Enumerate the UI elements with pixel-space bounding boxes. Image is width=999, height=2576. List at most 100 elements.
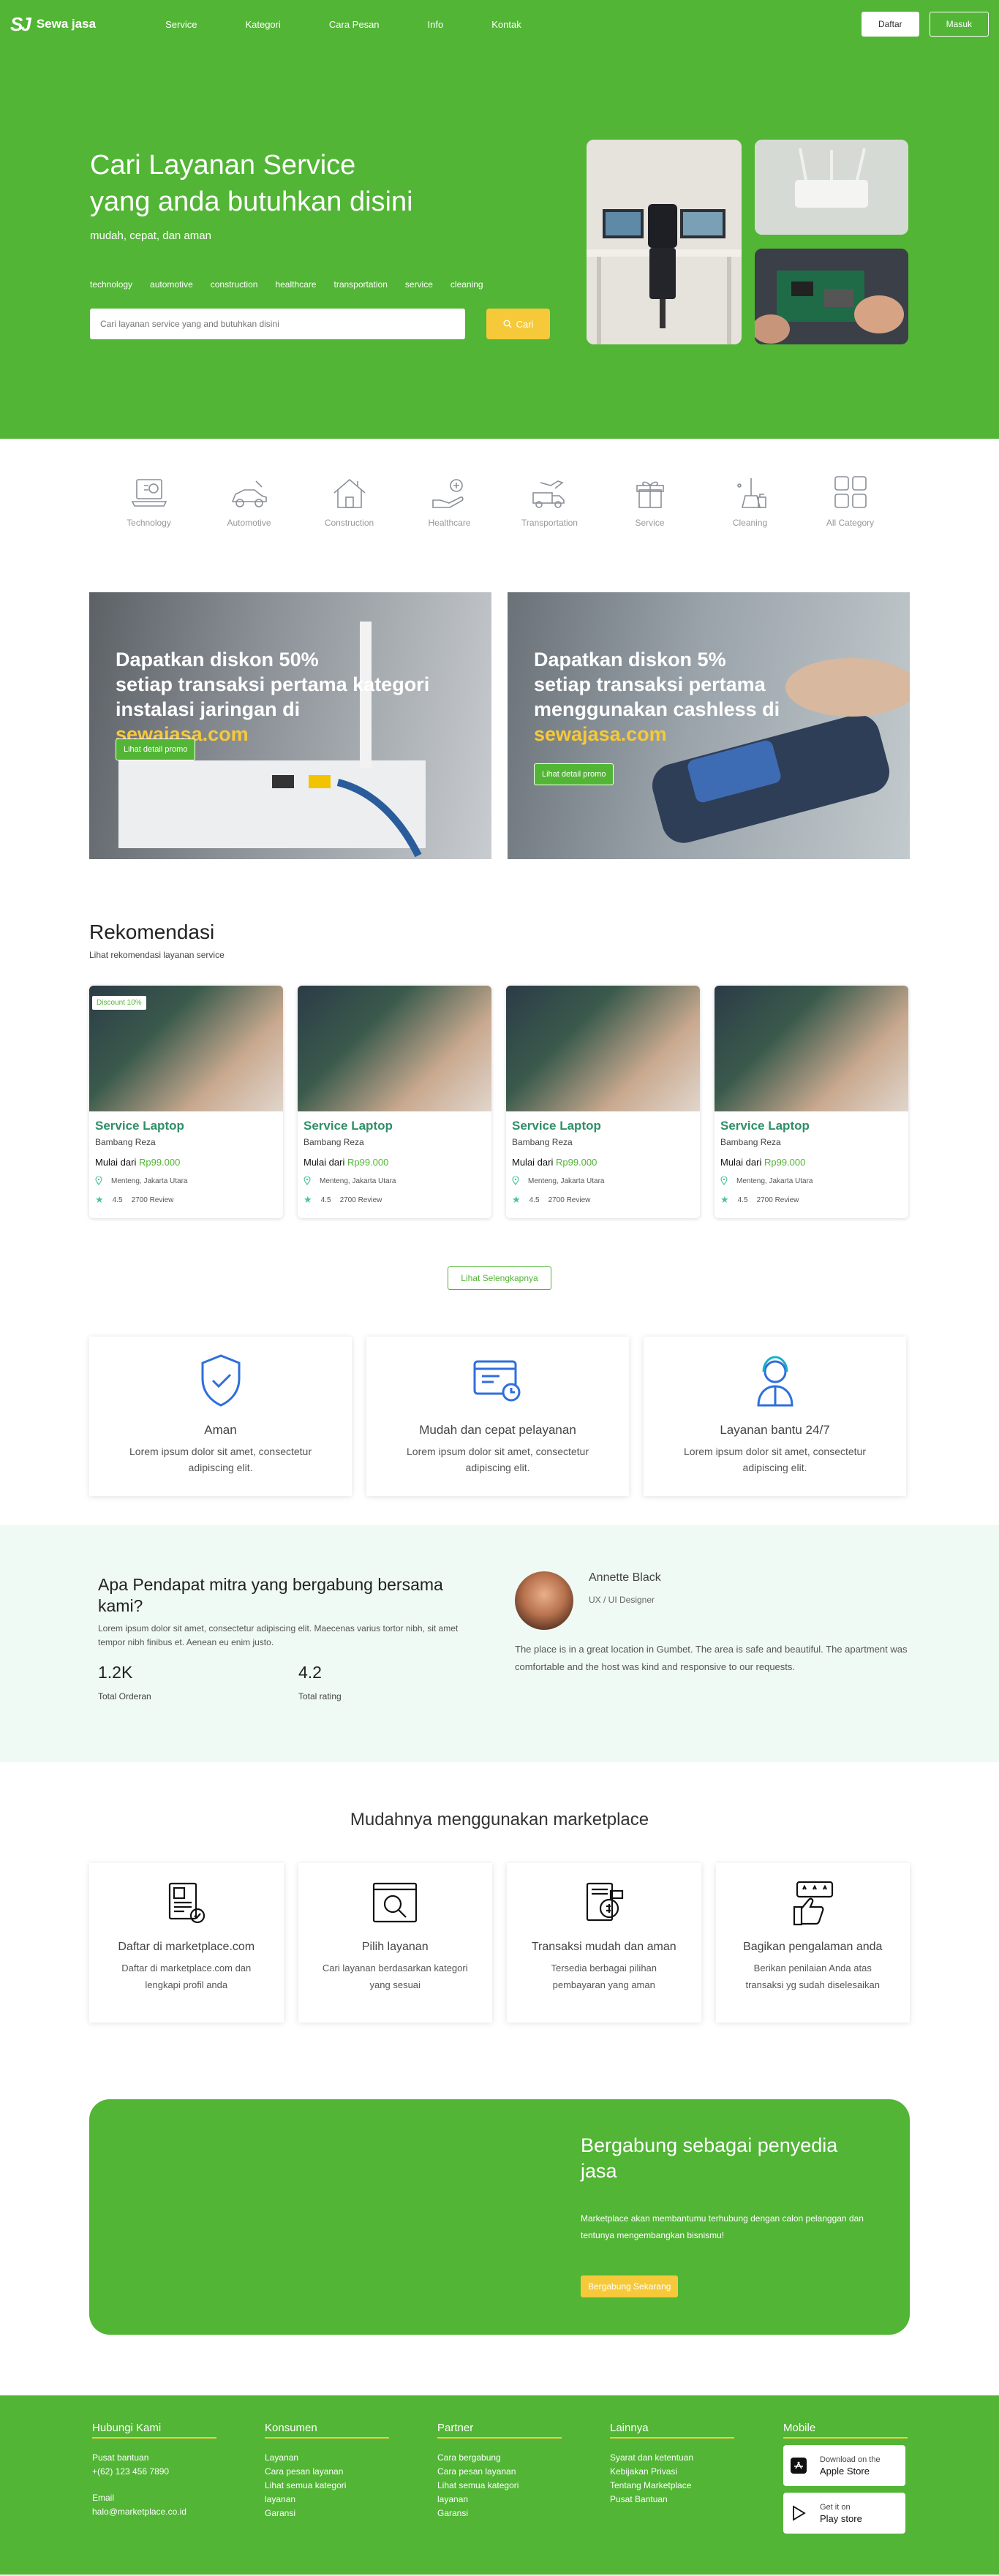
footer-link[interactable]: Tentang Marketplace [610, 2479, 734, 2493]
promo-detail-button[interactable]: Lihat detail promo [534, 763, 614, 785]
apple-store-button[interactable]: Download on the Apple Store [783, 2445, 905, 2486]
search-window-icon [373, 1882, 418, 1923]
footer-help[interactable]: Pusat bantuan [92, 2451, 216, 2465]
service-card-price: Mulai dari Rp99.000 [512, 1157, 597, 1168]
nav-item-cara-pesan[interactable]: Cara Pesan [329, 19, 380, 30]
footer-link[interactable]: Lihat semua kategori layanan [437, 2479, 532, 2507]
promo-line2: setiap transaksi pertama [534, 673, 766, 695]
promo-detail-button[interactable]: Lihat detail promo [116, 739, 196, 760]
footer-link[interactable]: Cara bergabung [437, 2451, 562, 2465]
how-step-title: Bagikan pengalaman anda [743, 1941, 883, 1953]
footer-email[interactable]: halo@marketplace.co.id [92, 2505, 216, 2519]
footer-link[interactable]: Syarat dan ketentuan [610, 2451, 734, 2465]
masuk-button[interactable]: Masuk [929, 12, 989, 37]
service-card-location: Menteng, Jakarta Utara [720, 1176, 902, 1185]
star-icon: ★ [304, 1194, 312, 1205]
category-technology[interactable]: Technology [99, 475, 199, 592]
location-pin-icon [512, 1176, 519, 1185]
profile-document-icon [168, 1882, 205, 1924]
feature-card-support: Layanan bantu 24/7 Lorem ipsum dolor sit… [644, 1337, 906, 1496]
navbar: SJ Sewa jasa Service Kategori Cara Pesan… [0, 0, 999, 48]
feature-desc: Lorem ipsum dolor sit amet, consectetur … [684, 1446, 866, 1473]
category-all[interactable]: All Category [800, 475, 900, 592]
see-more-button[interactable]: Lihat Selengkapnya [448, 1266, 551, 1290]
how-step-transaction: Transaksi mudah dan aman Tersedia berbag… [507, 1863, 701, 2022]
footer-link[interactable]: Garansi [265, 2507, 389, 2520]
payment-icon [586, 1882, 623, 1922]
footer-partner: Partner Cara bergabung Cara pesan layana… [437, 2422, 562, 2520]
store-small-text: Get it on [820, 2502, 851, 2512]
footer-heading: Hubungi Kami [92, 2422, 216, 2439]
promo-card-network[interactable]: Dapatkan diskon 50% setiap transaksi per… [89, 592, 491, 859]
grid-icon [834, 476, 867, 508]
logo[interactable]: SJ Sewa jasa [10, 13, 96, 36]
tag-cleaning[interactable]: cleaning [451, 279, 483, 290]
tag-healthcare[interactable]: healthcare [275, 279, 316, 290]
stat-total-orders: 1.2K Total Orderan [98, 1663, 151, 1701]
star-icon: ★ [95, 1194, 104, 1205]
location-pin-icon [95, 1176, 102, 1185]
service-card-location: Menteng, Jakarta Utara [95, 1176, 277, 1185]
category-label: Construction [324, 518, 374, 528]
service-card[interactable]: Service Laptop Bambang Reza Mulai dari R… [715, 986, 908, 1218]
footer-phone[interactable]: +(62) 123 456 7890 [92, 2465, 216, 2479]
search-button[interactable]: Cari [486, 309, 550, 339]
star-icon: ★ [720, 1194, 729, 1205]
stat-value: 1.2K [98, 1663, 133, 1682]
service-card-location: Menteng, Jakarta Utara [512, 1176, 694, 1185]
join-title: Bergabung sebagai penyedia jasa [581, 2134, 838, 2182]
nav-item-kategori[interactable]: Kategori [245, 19, 280, 30]
brand-name: Sewa jasa [36, 17, 97, 31]
support-agent-icon [756, 1356, 793, 1407]
category-automotive[interactable]: Automotive [199, 475, 299, 592]
car-icon [231, 480, 267, 507]
category-service[interactable]: Service [600, 475, 700, 592]
service-card-price: Mulai dari Rp99.000 [95, 1157, 181, 1168]
search-icon [503, 320, 512, 328]
gift-icon [636, 481, 664, 508]
service-card-author: Bambang Reza [512, 1137, 573, 1147]
promo-card-cashless[interactable]: Dapatkan diskon 5% setiap transaksi pert… [508, 592, 910, 859]
tag-transportation[interactable]: transportation [334, 279, 388, 290]
tag-service[interactable]: service [405, 279, 433, 290]
nav-item-kontak[interactable]: Kontak [491, 19, 521, 30]
footer-link[interactable]: Layanan [265, 2451, 389, 2465]
tag-automotive[interactable]: automotive [150, 279, 193, 290]
service-card-author: Bambang Reza [720, 1137, 781, 1147]
promo-line3: menggunakan cashless di [534, 698, 780, 720]
how-steps: Daftar di marketplace.com Daftar di mark… [89, 1863, 910, 2022]
hero-image-circuit-repair [755, 249, 908, 344]
tag-technology[interactable]: technology [90, 279, 132, 290]
hero-image-router [755, 140, 908, 235]
promo-highlight: sewajasa.com [534, 723, 667, 745]
category-cleaning[interactable]: Cleaning [700, 475, 800, 592]
hero-title-line1: Cari Layanan Service [90, 150, 356, 181]
laptop-icon [131, 479, 167, 507]
footer-link[interactable]: Cara pesan layanan [265, 2465, 389, 2479]
how-step-register: Daftar di marketplace.com Daftar di mark… [89, 1863, 284, 2022]
category-transportation[interactable]: Transportation [499, 475, 600, 592]
footer-link[interactable]: Lihat semua kategori layanan [265, 2479, 360, 2507]
category-label: Automotive [227, 518, 271, 528]
nav-item-info[interactable]: Info [428, 19, 444, 30]
promo-text: Dapatkan diskon 5% setiap transaksi pert… [534, 647, 856, 747]
footer-link[interactable]: Pusat Bantuan [610, 2493, 734, 2507]
service-card[interactable]: Discount 10% Service Laptop Bambang Reza… [89, 986, 283, 1218]
nav-item-service[interactable]: Service [165, 19, 197, 30]
join-now-button[interactable]: Bergabung Sekarang [581, 2275, 679, 2297]
service-card[interactable]: Service Laptop Bambang Reza Mulai dari R… [506, 986, 700, 1218]
service-card-image [506, 986, 700, 1111]
service-card[interactable]: Service Laptop Bambang Reza Mulai dari R… [298, 986, 491, 1218]
daftar-button[interactable]: Daftar [861, 12, 919, 37]
testimonial-desc: Lorem ipsum dolor sit amet, consectetur … [98, 1623, 459, 1647]
footer-link[interactable]: Kebijakan Privasi [610, 2465, 734, 2479]
hero-tags: technology automotive construction healt… [90, 279, 483, 290]
footer: Hubungi Kami Pusat bantuan +(62) 123 456… [0, 2395, 999, 2575]
footer-link[interactable]: Cara pesan layanan [437, 2465, 562, 2479]
play-store-button[interactable]: Get it on Play store [783, 2493, 905, 2534]
tag-construction[interactable]: construction [211, 279, 258, 290]
footer-link[interactable]: Garansi [437, 2507, 562, 2520]
search-input[interactable] [90, 309, 465, 339]
category-construction[interactable]: Construction [299, 475, 399, 592]
category-healthcare[interactable]: Healthcare [399, 475, 499, 592]
